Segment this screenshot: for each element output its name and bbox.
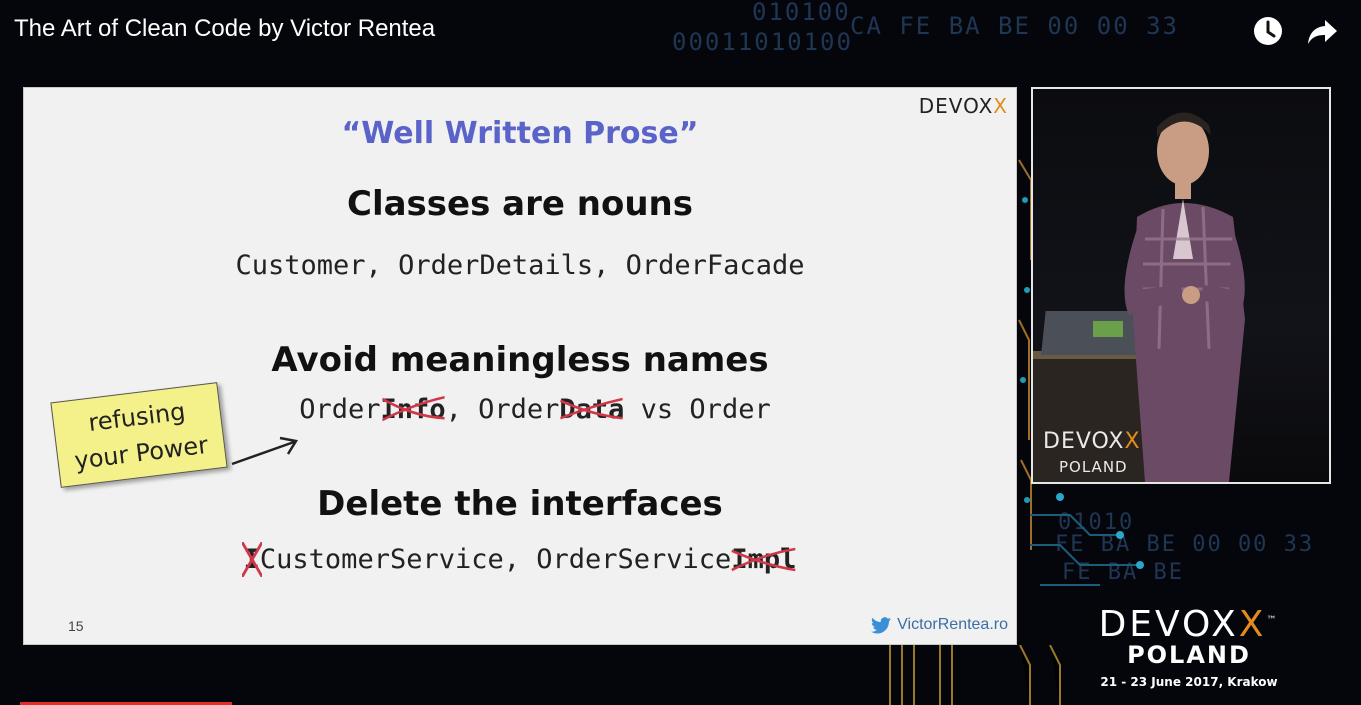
struck-word: Info: [381, 394, 446, 425]
slide-devox-logo: DEVOXX: [919, 94, 1008, 118]
event-location: POLAND: [1127, 641, 1251, 669]
speaker-figure: [1033, 112, 1245, 482]
strike-mark: [560, 397, 624, 420]
heading-avoid-meaningless-names: Avoid meaningless names: [271, 340, 769, 380]
speaker-video: DEVOXX POLAND: [1031, 87, 1331, 484]
code-class-examples: Customer, OrderDetails, OrderFacade: [235, 250, 805, 281]
heading-delete-the-interfaces: Delete the interfaces: [317, 484, 723, 524]
slide-page-number: 15: [68, 618, 84, 634]
logo-x: X: [1124, 429, 1141, 454]
stage-poland-label: POLAND: [1059, 458, 1128, 476]
struck-word: Impl: [731, 544, 796, 575]
logo-text: DEVOX: [1098, 604, 1239, 645]
code-interfaces: I CustomerService, OrderServiceImpl: [24, 542, 1016, 577]
code-text: vs Order: [624, 394, 771, 425]
code-text: CustomerService, OrderService: [259, 544, 732, 575]
presentation-slide: DEVOXX “Well Written Prose” Classes are …: [23, 87, 1017, 645]
event-dates: 21 - 23 June 2017, Krakow: [1100, 675, 1278, 689]
logo-x: X: [1238, 604, 1267, 645]
logo-text: DEVOX: [918, 94, 994, 118]
strike-mark: [731, 547, 796, 572]
strike-mark: [381, 395, 445, 422]
twitter-handle: VictorRentea.ro: [897, 616, 1008, 633]
trademark: ™: [1266, 615, 1280, 626]
struck-word: I: [241, 542, 262, 577]
twitter-credit: VictorRentea.ro: [871, 616, 1008, 634]
struck-word: Data: [559, 394, 624, 425]
circuit-decoration: [1030, 493, 1144, 586]
arrow-icon: [231, 436, 299, 466]
code-text: Order: [299, 394, 381, 425]
code-text: , Order: [445, 394, 560, 425]
logo-text: DEVOX: [1043, 429, 1125, 454]
heading-classes-are-nouns: Classes are nouns: [347, 184, 693, 224]
strike-mark: [241, 542, 262, 577]
hex-text: 010100: [752, 0, 851, 26]
hex-text: CA FE BA BE 00 00 33: [850, 12, 1179, 40]
slide-quote: “Well Written Prose”: [341, 116, 699, 151]
hex-text: 00011010100: [672, 28, 853, 56]
share-icon[interactable]: [1305, 14, 1339, 48]
video-title[interactable]: The Art of Clean Code by Victor Rentea: [14, 15, 435, 43]
stage-devox-logo: DEVOXX: [1043, 429, 1141, 454]
logo-x: X: [993, 94, 1008, 118]
event-branding: DEVOXX™ POLAND 21 - 23 June 2017, Krakow: [1071, 604, 1307, 689]
event-logo: DEVOXX™: [1071, 604, 1307, 645]
twitter-bird-icon: [871, 616, 892, 633]
clock-icon[interactable]: [1251, 14, 1285, 48]
